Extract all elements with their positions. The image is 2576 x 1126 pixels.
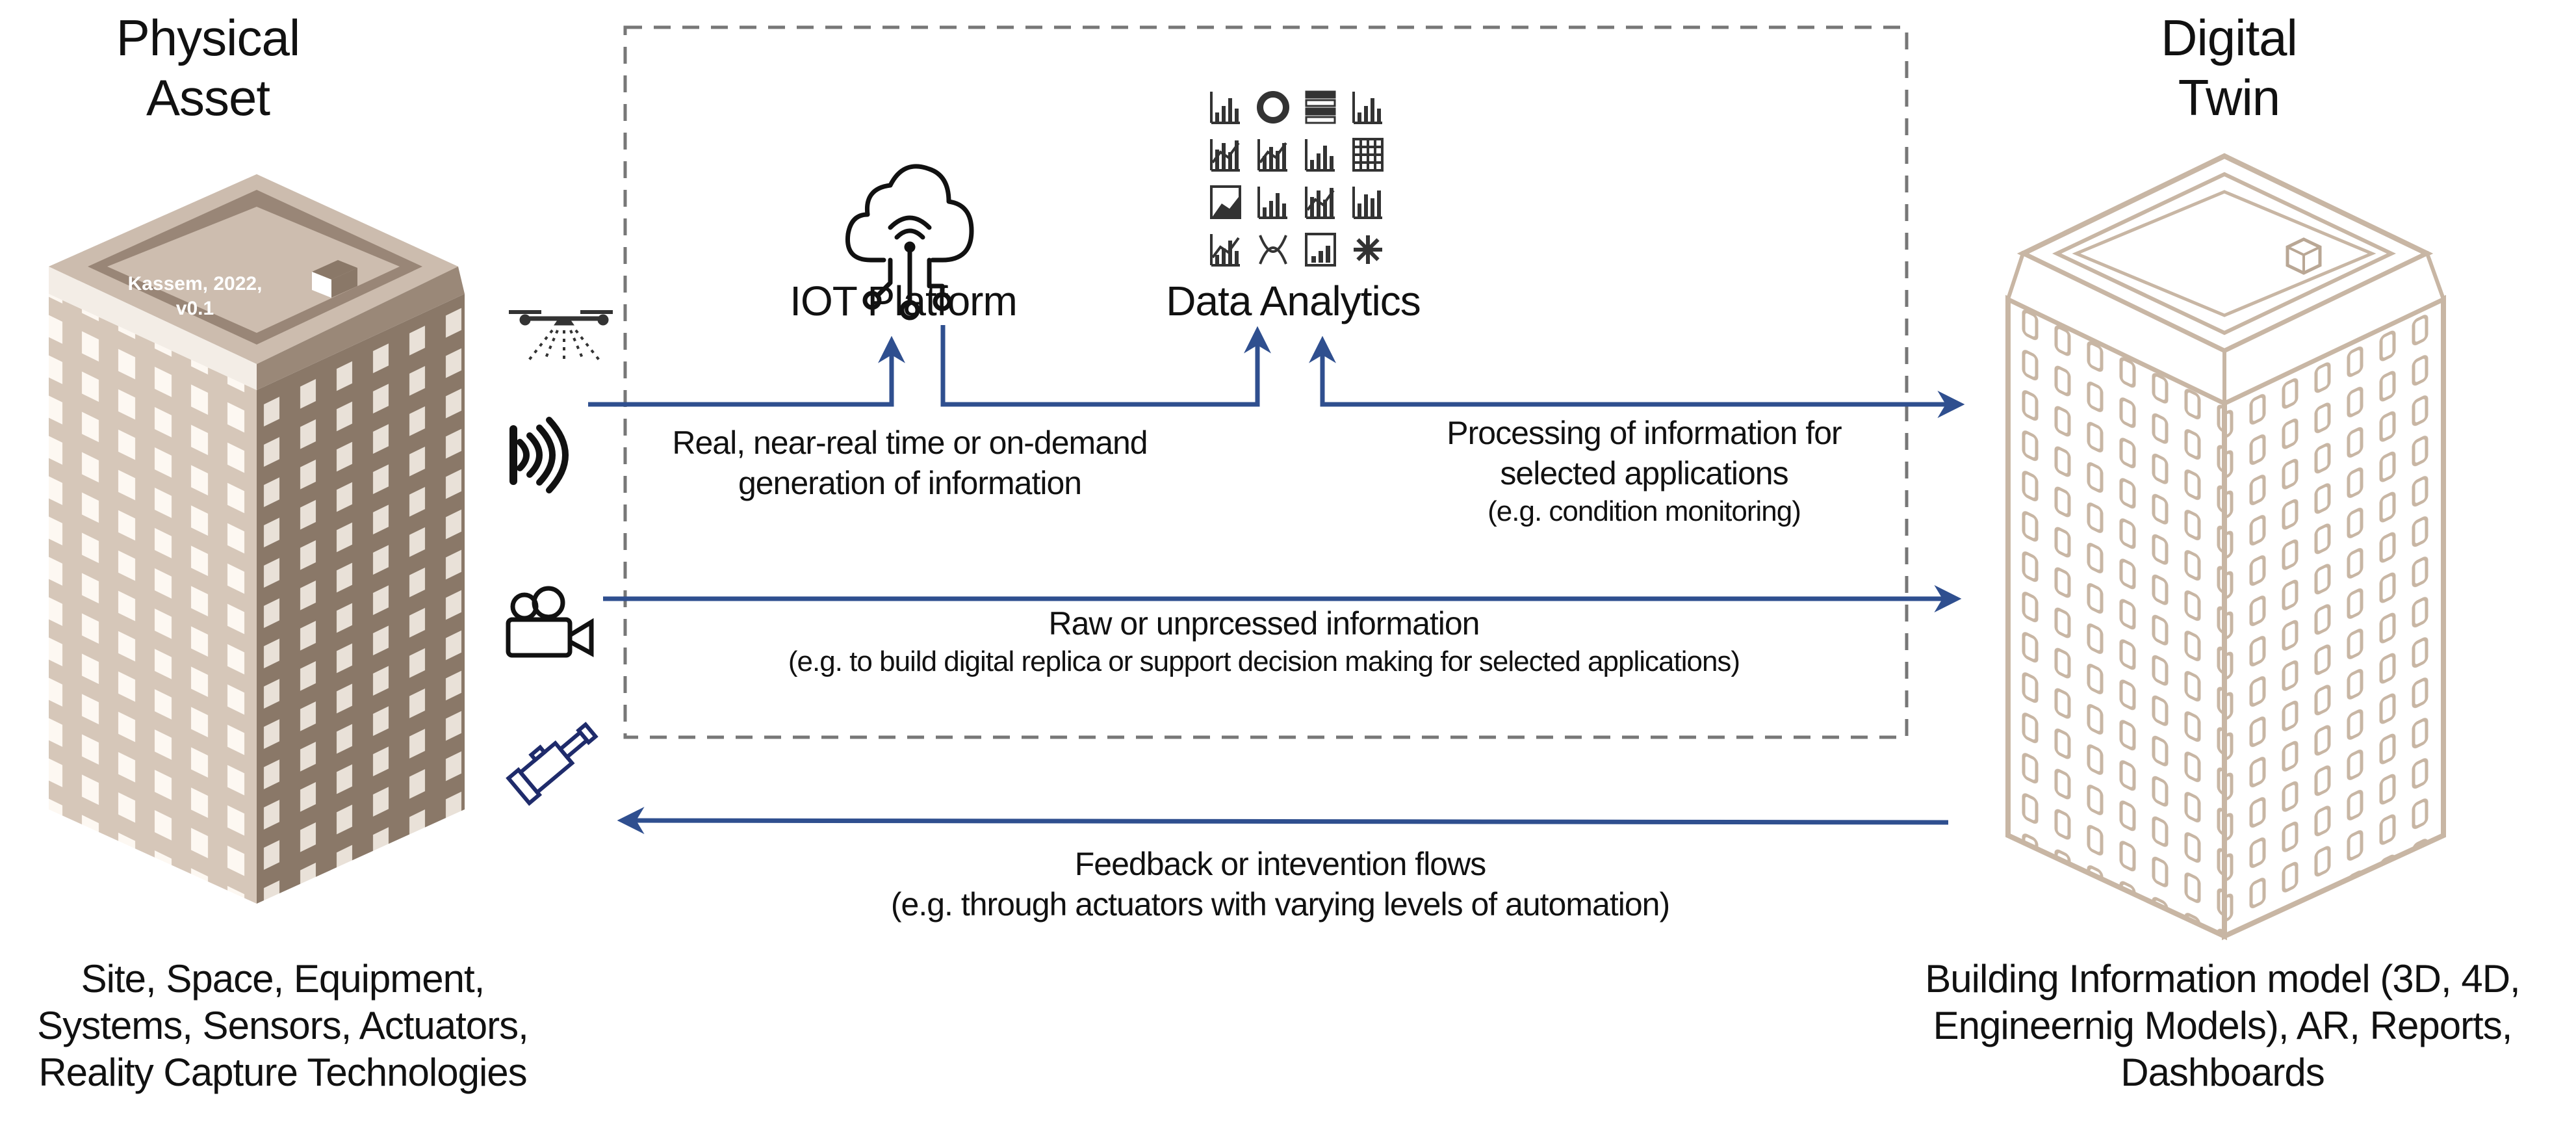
step-chart-icon <box>1257 139 1287 172</box>
digital-twin-title-line2: Twin <box>2178 69 2280 126</box>
physical-caption-line1: Site, Space, Equipment, <box>81 957 485 1001</box>
processing-flow-label: Processing of information for selected a… <box>1378 413 1911 530</box>
signal-sensor-icon <box>509 417 569 493</box>
arrow-sensors-to-iot <box>588 335 905 407</box>
feedback-flow-label: Feedback or intevention flows (e.g. thro… <box>689 844 1872 924</box>
digital-twin-title: Digital Twin <box>2060 8 2398 127</box>
bar-list-icon <box>1305 90 1336 124</box>
mountain-chart-icon <box>1210 234 1240 267</box>
area-chart-icon <box>1210 185 1241 219</box>
digital-twin-building <box>2005 153 2446 941</box>
digital-twin-caption: Building Information model (3D, 4D, Engi… <box>1872 956 2573 1096</box>
digital-caption-line2: Engineernig Models), AR, Reports, <box>1933 1004 2513 1047</box>
scatter-trend-icon <box>1305 187 1335 219</box>
arrow-feedback <box>617 807 1949 835</box>
feedback-flow-line1: Feedback or intevention flows <box>1074 846 1486 882</box>
digital-caption-line3: Dashboards <box>2120 1051 2325 1094</box>
physical-caption-line3: Reality Capture Technologies <box>38 1051 527 1094</box>
feedback-flow-line2: (e.g. through actuators with varying lev… <box>890 886 1670 923</box>
physical-asset-caption: Site, Space, Equipment, Systems, Sensors… <box>0 956 565 1096</box>
raw-flow-line2: (e.g. to build digital replica or suppor… <box>788 646 1740 677</box>
raw-flow-line1: Raw or unprcessed information <box>1048 605 1480 642</box>
realtime-flow-line1: Real, near-real time or on-demand <box>672 425 1148 461</box>
raw-flow-label: Raw or unprcessed information (e.g. to b… <box>624 603 1904 680</box>
digital-twin-title-line1: Digital <box>2161 9 2298 66</box>
lollipop-chart-icon <box>1257 187 1287 219</box>
arrow-analytics-to-twin <box>1309 335 1965 418</box>
donut-chart-icon <box>1257 91 1289 124</box>
actuator-icon <box>506 722 599 806</box>
physical-caption-line2: Systems, Sensors, Actuators, <box>37 1004 529 1047</box>
video-camera-icon <box>506 586 594 658</box>
flow-arrows <box>588 325 1965 835</box>
processing-flow-line3: (e.g. condition monitoring) <box>1488 495 1801 527</box>
combo-chart-icon <box>1210 139 1240 172</box>
drone-icon <box>509 310 613 362</box>
ribbon-chart-icon <box>1259 235 1287 265</box>
data-analytics-label: Data Analytics <box>1166 278 1421 324</box>
processing-flow-line2: selected applications <box>1500 455 1788 491</box>
framed-bar-icon <box>1305 233 1336 267</box>
radial-icon <box>1354 235 1382 264</box>
arrow-iot-to-analytics <box>940 325 1271 407</box>
physical-asset-title-line2: Asset <box>146 69 270 126</box>
realtime-flow-label: Real, near-real time or on-demand genera… <box>624 423 1196 503</box>
digital-caption-line1: Building Information model (3D, 4D, <box>1925 957 2520 1001</box>
iot-platform-label: IOT Platform <box>790 278 1018 324</box>
realtime-flow-line2: generation of information <box>738 465 1082 501</box>
table-grid-icon <box>1352 138 1384 172</box>
column-chart-icon <box>1352 92 1382 124</box>
watermark-line1: Kassem, 2022, <box>127 273 263 295</box>
candlestick-icon <box>1305 139 1335 172</box>
watermark-line2: v0.1 <box>175 298 214 319</box>
processing-flow-line1: Processing of information for <box>1447 415 1842 451</box>
bar-chart-icon <box>1210 92 1240 124</box>
watermark: Kassem, 2022, v0.1 <box>97 272 292 321</box>
error-bar-icon <box>1352 187 1382 219</box>
analytics-icon-grid <box>1210 90 1384 267</box>
physical-asset-title: Physical Asset <box>39 8 377 127</box>
physical-asset-title-line1: Physical <box>116 9 300 66</box>
